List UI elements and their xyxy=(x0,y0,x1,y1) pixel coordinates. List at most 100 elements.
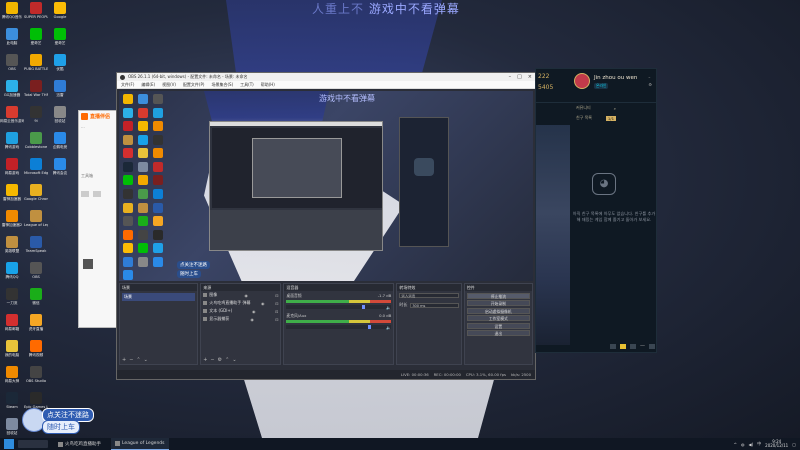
taskbar-item[interactable]: 火鸟吃鸡直播助手 xyxy=(54,438,105,450)
desktop-icon[interactable]: 雷神加速器 xyxy=(0,184,24,208)
add-scene-icon[interactable]: + xyxy=(122,357,126,363)
desktop-icon[interactable]: 腾讯会议 xyxy=(48,158,72,182)
notifications-icon[interactable]: ▢ xyxy=(792,442,796,447)
source-item[interactable]: 图像 ◉ ⊡ xyxy=(201,291,280,299)
desktop-icon[interactable]: 英雄联盟 xyxy=(0,236,24,260)
desktop-icon[interactable]: OBS xyxy=(0,54,24,78)
more-icon[interactable]: — xyxy=(640,343,645,349)
obs-titlebar[interactable]: OBS 26.1.1 (64-bit, windows) - 配置文件: 未命名… xyxy=(117,73,535,81)
clock[interactable]: 9:24 2020/12/11 xyxy=(765,439,788,449)
chat-icon[interactable] xyxy=(610,343,616,349)
minimize-icon[interactable]: – xyxy=(648,75,652,80)
maximize-icon[interactable]: □ xyxy=(517,74,522,80)
obs-preview[interactable]: 游戏中不看弹幕 点关注不迷路 随时上车 xyxy=(119,91,533,281)
move-up-icon[interactable]: ⌃ xyxy=(225,357,229,363)
desktop-icon[interactable]: Google xyxy=(48,2,72,26)
desktop-icon[interactable]: 爱奇艺 xyxy=(48,28,72,52)
volume-slider[interactable]: 🔈 xyxy=(286,305,392,310)
remove-source-icon[interactable]: − xyxy=(210,357,214,363)
desktop-icon[interactable]: Total War THREE KI... xyxy=(24,80,48,104)
desktop-icon[interactable]: 网易游戏 xyxy=(0,158,24,182)
visibility-eye-icon[interactable]: ◉ xyxy=(261,301,265,306)
desktop-icon[interactable]: 网易邮箱 xyxy=(0,314,24,338)
scene-item[interactable]: 场景 xyxy=(122,293,196,301)
tray-arrow-icon[interactable]: ^ xyxy=(734,442,737,447)
obs-menu-item[interactable]: 帮助(H) xyxy=(261,82,275,88)
minimize-icon[interactable]: – xyxy=(509,74,512,80)
move-up-icon[interactable]: ⌃ xyxy=(136,357,140,363)
desktop-icon[interactable]: 迅雷 xyxy=(48,80,72,104)
obs-control-button[interactable]: 工作室模式 xyxy=(466,315,530,321)
obs-menu-item[interactable]: 场景集合(S) xyxy=(211,82,233,88)
obs-control-button[interactable]: 设置 xyxy=(466,322,530,329)
lock-icon[interactable]: ⊡ xyxy=(275,309,278,314)
duration-input[interactable]: 300 ms xyxy=(410,302,459,308)
windows-start-icon[interactable] xyxy=(4,439,14,449)
desktop-icon[interactable]: 回收站 xyxy=(48,106,72,130)
desktop-icon[interactable]: 腾讯视频 xyxy=(24,340,48,364)
desktop-icon[interactable]: Cobblestone xyxy=(24,132,48,156)
desktop-icon[interactable]: Google Chrome xyxy=(24,184,48,208)
tool-icon[interactable] xyxy=(81,191,89,197)
desktop-icon[interactable]: 微信 xyxy=(24,288,48,312)
mission-icon[interactable] xyxy=(630,343,636,349)
desktop-icon[interactable]: 腾讯游戏 xyxy=(0,132,24,156)
source-settings-icon[interactable]: ⚙ xyxy=(218,357,222,363)
desktop-icon[interactable]: PUBG BATTLEGR... xyxy=(24,54,48,78)
desktop-icon[interactable]: GG加速器 xyxy=(0,80,24,104)
taskbar-search[interactable] xyxy=(18,440,48,448)
obs-control-button[interactable]: 启动虚拟摄像机 xyxy=(466,307,530,314)
visibility-eye-icon[interactable]: ◉ xyxy=(244,293,248,298)
add-source-icon[interactable]: + xyxy=(203,357,207,363)
taskbar-item[interactable]: League of Legends xyxy=(111,438,169,450)
desktop-icon[interactable]: OBS Studio xyxy=(24,366,48,390)
desktop-icon[interactable]: Microsoft Edge xyxy=(24,158,48,182)
status-badge[interactable]: 온라인 xyxy=(594,83,609,89)
speaker-icon[interactable]: 🔈 xyxy=(386,305,391,310)
volume-slider-knob[interactable] xyxy=(368,325,372,329)
desktop-icon[interactable]: 一刀流 xyxy=(0,288,24,312)
lock-icon[interactable]: ⊡ xyxy=(275,301,278,306)
visibility-eye-icon[interactable]: ◉ xyxy=(250,317,254,322)
obs-control-button[interactable]: 退出 xyxy=(466,330,530,336)
obs-control-button[interactable]: 开始录制 xyxy=(466,300,530,306)
desktop-icon[interactable]: 9i xyxy=(24,106,48,130)
desktop-icon[interactable]: League of Legends xyxy=(24,210,48,234)
desktop-icon[interactable]: 网易云音乐游戏 xyxy=(0,106,24,130)
obs-window[interactable]: OBS 26.1.1 (64-bit, windows) - 配置文件: 未命名… xyxy=(116,72,536,380)
settings-icon[interactable]: ⚙ xyxy=(648,82,652,87)
close-icon[interactable]: × xyxy=(528,74,532,80)
desktop-icon[interactable]: 腾讯QQ音乐 xyxy=(0,2,24,26)
move-down-icon[interactable]: ⌄ xyxy=(144,357,148,363)
desktop-icon[interactable]: SUPER PEOPLE CBT xyxy=(24,2,48,26)
volume-icon[interactable]: ◀) xyxy=(749,442,754,447)
desktop-icon[interactable]: 网易大神 xyxy=(0,366,24,390)
source-item[interactable]: 显示器捕获 ◉ ⊡ xyxy=(201,315,280,323)
obs-menu-item[interactable]: 文件(F) xyxy=(121,82,134,88)
input-language[interactable]: 中 xyxy=(757,441,761,447)
obs-control-button[interactable]: 停止推流 xyxy=(466,292,530,299)
desktop-icon[interactable]: 腾讯QQ xyxy=(0,262,24,286)
network-icon[interactable]: ◍ xyxy=(741,442,745,447)
desktop-icon[interactable]: 我的电脑 xyxy=(0,340,24,364)
source-item[interactable]: 火鸟吃鸡直播助手 弹幕 ◉ ⊡ xyxy=(201,299,280,307)
volume-slider-knob[interactable] xyxy=(361,305,365,309)
source-item[interactable]: 文本 (GDI+) ◉ ⊡ xyxy=(201,307,280,315)
volume-slider[interactable]: 🔈 xyxy=(286,325,392,330)
desktop-icon[interactable]: OBS xyxy=(24,262,48,286)
visibility-eye-icon[interactable]: ◉ xyxy=(252,309,256,314)
desktop-icon[interactable]: 回收站 xyxy=(0,418,24,438)
obs-menu-item[interactable]: 视图(V) xyxy=(162,82,176,88)
lol-friends-panel[interactable]: 222 5405 Jin zhou ou wen 온라인 – ⚙ 커뮤니티 ⌕ … xyxy=(535,68,657,353)
desktop-icon[interactable]: 此电脑 xyxy=(0,28,24,52)
obs-menu-item[interactable]: 编辑(E) xyxy=(141,82,155,88)
desktop-icon[interactable]: 雷神加速器2 xyxy=(0,210,24,234)
move-down-icon[interactable]: ⌄ xyxy=(232,357,236,363)
desktop-icon[interactable]: 优酷 xyxy=(48,54,72,78)
speaker-icon[interactable]: 🔈 xyxy=(386,325,391,330)
tool-icon[interactable] xyxy=(93,191,101,197)
lock-icon[interactable]: ⊡ xyxy=(275,293,278,298)
obs-menu-item[interactable]: 配置文件(P) xyxy=(183,82,205,88)
desktop-icon[interactable]: Steam xyxy=(0,392,24,416)
obs-menu-item[interactable]: 工具(T) xyxy=(240,82,254,88)
